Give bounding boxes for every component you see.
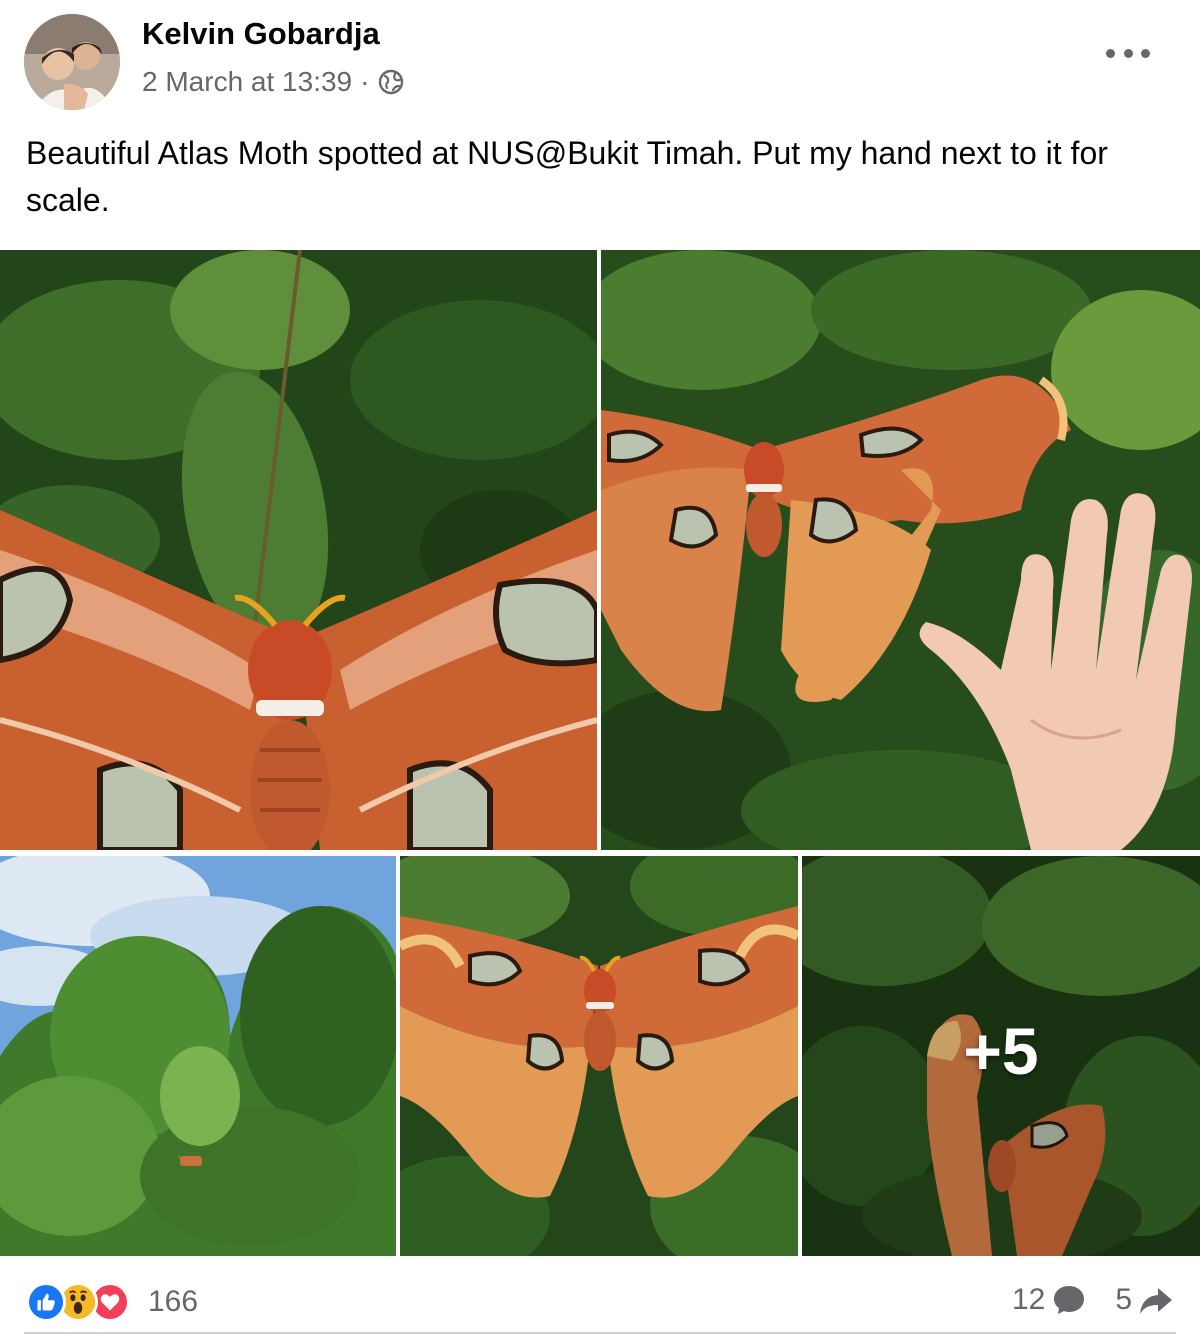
comments-stat[interactable]: 12 xyxy=(1012,1282,1087,1318)
photo-3[interactable] xyxy=(0,856,396,1256)
post-header: Kelvin Gobardja 2 March at 13:39 · xyxy=(0,0,1200,120)
more-photos-count: +5 xyxy=(963,1014,1039,1088)
like-icon xyxy=(26,1282,66,1322)
reaction-count: 166 xyxy=(148,1285,199,1318)
footer-divider xyxy=(24,1332,1176,1334)
shares-stat[interactable]: 5 xyxy=(1115,1282,1174,1318)
globe-icon[interactable] xyxy=(377,68,405,96)
photo-4[interactable] xyxy=(400,856,798,1256)
photo-5-more[interactable]: +5 xyxy=(802,856,1200,1256)
post-caption: Beautiful Atlas Moth spotted at NUS@Buki… xyxy=(26,135,1108,218)
meta-separator: · xyxy=(360,66,370,97)
more-photos-overlay[interactable]: +5 xyxy=(802,856,1200,1256)
share-count: 5 xyxy=(1115,1283,1132,1316)
avatar[interactable] xyxy=(24,14,120,110)
post-meta: 2 March at 13:39 · xyxy=(142,66,405,98)
comment-icon xyxy=(1054,1286,1085,1314)
dot xyxy=(1123,48,1133,58)
dot xyxy=(1141,48,1150,58)
reactions-summary[interactable]: 166 xyxy=(26,1282,198,1322)
photo-2[interactable] xyxy=(601,250,1200,850)
share-icon xyxy=(1140,1288,1172,1314)
author-name[interactable]: Kelvin Gobardja xyxy=(142,16,380,52)
post-footer: 166 12 5 xyxy=(0,1270,1200,1334)
engagement-stats: 12 5 xyxy=(1012,1282,1174,1318)
post-timestamp[interactable]: 2 March at 13:39 xyxy=(142,66,352,98)
dot xyxy=(1106,48,1115,58)
more-options-icon[interactable] xyxy=(1106,38,1150,68)
photo-grid: +5 xyxy=(0,250,1200,1256)
comment-count: 12 xyxy=(1011,1283,1046,1316)
photo-1[interactable] xyxy=(0,250,597,850)
